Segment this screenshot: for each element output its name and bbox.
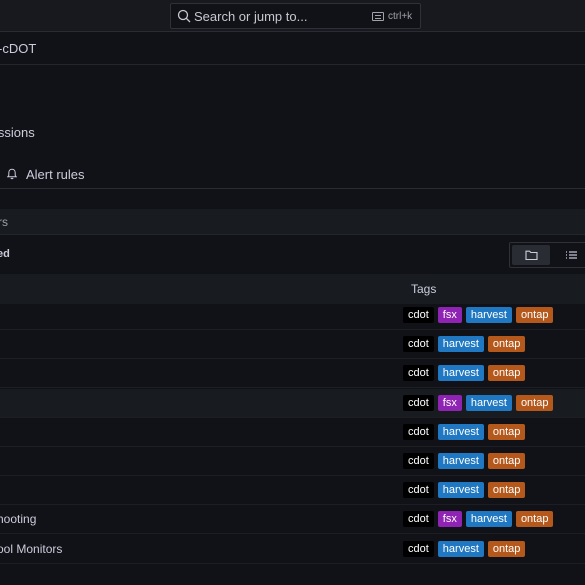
- tab-permissions[interactable]: issions: [0, 125, 35, 140]
- tag-badge[interactable]: ontap: [487, 482, 526, 499]
- filter-label[interactable]: ed: [0, 248, 10, 260]
- table-row[interactable]: cdot harvest ontap: [0, 359, 585, 389]
- tag-badge[interactable]: harvest: [437, 482, 484, 499]
- tag-badge[interactable]: harvest: [437, 365, 484, 382]
- tab-alert-rules[interactable]: Alert rules: [6, 165, 85, 183]
- tag-badge[interactable]: ontap: [487, 336, 526, 353]
- tag-badge[interactable]: fsx: [437, 511, 462, 528]
- search-placeholder: Search or jump to...: [194, 9, 308, 24]
- tag-list: cdot harvest ontap: [403, 365, 526, 382]
- tag-badge[interactable]: ontap: [515, 511, 554, 528]
- tag-badge[interactable]: ontap: [515, 307, 554, 323]
- section-title: rs: [0, 215, 8, 229]
- tag-badge[interactable]: cdot: [403, 307, 434, 323]
- table-row[interactable]: cdot harvest ontap: [0, 447, 585, 476]
- search-shortcut: ctrl+k: [388, 11, 413, 22]
- table-row[interactable]: cdot fsx harvest ontap: [0, 301, 585, 330]
- tag-badge[interactable]: cdot: [403, 423, 434, 440]
- tag-list: cdot fsx harvest ontap: [403, 511, 554, 528]
- tag-badge[interactable]: harvest: [465, 511, 512, 528]
- tag-badge[interactable]: harvest: [437, 453, 484, 469]
- tag-badge[interactable]: fsx: [437, 307, 462, 323]
- tag-badge[interactable]: cdot: [403, 394, 434, 411]
- tag-badge[interactable]: harvest: [465, 307, 512, 323]
- folder-view-button[interactable]: [512, 245, 550, 265]
- tag-badge[interactable]: cdot: [403, 336, 434, 353]
- list-view-button[interactable]: [552, 245, 585, 265]
- tag-badge[interactable]: cdot: [403, 365, 434, 382]
- tag-list: cdot harvest ontap: [403, 453, 526, 469]
- tabs-divider: [0, 188, 585, 189]
- keyboard-icon: [372, 12, 384, 21]
- breadcrumb[interactable]: -cDOT: [0, 41, 36, 56]
- table-row[interactable]: cdot harvest ontap: [0, 476, 585, 506]
- tag-badge[interactable]: harvest: [437, 540, 484, 557]
- table-row[interactable]: hooting cdot fsx harvest ontap: [0, 505, 585, 535]
- tag-badge[interactable]: harvest: [437, 336, 484, 353]
- tag-list: cdot harvest ontap: [403, 540, 526, 557]
- search-icon: [177, 9, 191, 23]
- tag-badge[interactable]: harvest: [437, 423, 484, 440]
- tag-badge[interactable]: cdot: [403, 453, 434, 469]
- tag-badge[interactable]: ontap: [487, 453, 526, 469]
- bell-icon: [6, 168, 18, 180]
- tag-list: cdot fsx harvest ontap: [403, 307, 554, 323]
- view-toggle: [509, 242, 585, 268]
- tag-list: cdot fsx harvest ontap: [403, 394, 554, 411]
- table-row[interactable]: cdot harvest ontap: [0, 418, 585, 447]
- folder-icon: [525, 250, 538, 261]
- tag-list: cdot harvest ontap: [403, 423, 526, 440]
- table-row[interactable]: cdot harvest ontap: [0, 330, 585, 360]
- tags-column-header: Tags: [411, 282, 437, 296]
- tag-badge[interactable]: cdot: [403, 482, 434, 499]
- tag-badge[interactable]: fsx: [437, 394, 462, 411]
- table-header: Tags: [0, 274, 585, 304]
- section-header: rs: [0, 209, 585, 235]
- breadcrumb-bar: -cDOT: [0, 32, 585, 65]
- tag-badge[interactable]: ontap: [515, 394, 554, 411]
- tag-badge[interactable]: cdot: [403, 540, 434, 557]
- tag-badge[interactable]: ontap: [487, 540, 526, 557]
- tag-badge[interactable]: harvest: [465, 394, 512, 411]
- dashboard-name[interactable]: ool Monitors: [0, 542, 62, 556]
- tag-badge[interactable]: cdot: [403, 511, 434, 528]
- tag-list: cdot harvest ontap: [403, 336, 526, 353]
- tag-badge[interactable]: ontap: [487, 423, 526, 440]
- tag-badge[interactable]: ontap: [487, 365, 526, 382]
- list-icon: [566, 251, 577, 259]
- search-input[interactable]: Search or jump to... ctrl+k: [170, 3, 421, 29]
- table-row[interactable]: ool Monitors cdot harvest ontap: [0, 535, 585, 564]
- tab-alert-rules-label: Alert rules: [26, 166, 85, 182]
- dashboard-name[interactable]: hooting: [0, 512, 36, 526]
- tag-list: cdot harvest ontap: [403, 482, 526, 499]
- table-row[interactable]: cdot fsx harvest ontap: [0, 388, 585, 418]
- top-bar: Search or jump to... ctrl+k: [0, 0, 585, 32]
